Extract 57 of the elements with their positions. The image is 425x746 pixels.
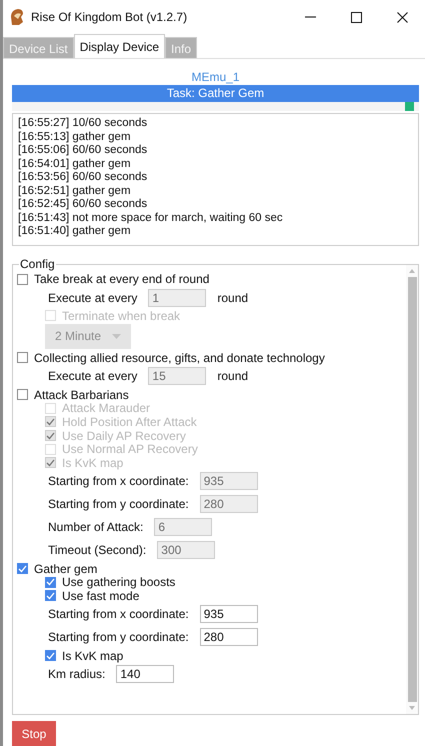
device-name: MEmu_1 bbox=[190, 70, 241, 84]
unit-label: round bbox=[217, 290, 248, 304]
task-bar: Task: Gather Gem bbox=[12, 85, 419, 102]
checkbox[interactable] bbox=[17, 389, 28, 400]
tab[interactable]: Display Device bbox=[74, 34, 166, 58]
scroll-up-icon[interactable] bbox=[409, 269, 415, 273]
checkbox-label: Hold Position After Attack bbox=[62, 414, 197, 429]
checkbox-label: Attack Marauder bbox=[62, 401, 150, 416]
checkbox[interactable] bbox=[17, 352, 28, 364]
log-line: [16:51:40] gather gem bbox=[18, 225, 132, 238]
field-label: Timeout (Second): bbox=[48, 543, 146, 558]
log-line: [16:52:51] gather gem bbox=[18, 184, 132, 198]
unit-label: round bbox=[217, 369, 248, 384]
window-title: Rise Of Kingdom Bot (v1.2.7) bbox=[31, 10, 188, 24]
checkbox-label: Use Daily AP Recovery bbox=[62, 428, 186, 443]
checkbox-label: Gather gem bbox=[34, 562, 98, 576]
status-indicator bbox=[405, 102, 414, 111]
app-icon bbox=[9, 8, 25, 26]
close-icon bbox=[396, 12, 408, 22]
caret-icon bbox=[112, 334, 121, 339]
field-label: Km radius: bbox=[48, 666, 106, 681]
checkbox[interactable] bbox=[17, 274, 28, 284]
log-line: [16:55:13] gather gem bbox=[18, 130, 132, 144]
checkbox-label: Attack Barbarians bbox=[34, 388, 129, 402]
field-label: Starting from y coordinate: bbox=[48, 497, 189, 512]
log-line: [16:51:43] not more space for march, waiting 60 sec bbox=[18, 212, 284, 225]
checkbox-label: Use Normal AP Recovery bbox=[62, 442, 198, 456]
log-line: [16:52:45] 60/60 seconds bbox=[18, 198, 148, 212]
input-field[interactable]: 280 bbox=[200, 628, 258, 646]
field-label: Number of Attack: bbox=[48, 520, 144, 534]
checkbox-label: Use gathering boosts bbox=[62, 575, 176, 590]
field-label: Starting from x coordinate: bbox=[48, 607, 189, 622]
minimize-icon bbox=[304, 16, 316, 18]
checkbox-label: Terminate when break bbox=[62, 308, 180, 323]
log-line: [16:53:56] 60/60 seconds bbox=[18, 171, 148, 184]
input-field[interactable]: 140 bbox=[116, 664, 174, 683]
checkbox[interactable] bbox=[45, 650, 56, 662]
checkbox[interactable] bbox=[45, 576, 56, 588]
checkbox-label: Take break at every end of round bbox=[34, 272, 210, 286]
maximize-icon bbox=[350, 12, 362, 22]
scroll-down-icon[interactable] bbox=[409, 706, 415, 710]
group-title: Config bbox=[19, 257, 56, 271]
checkbox-label: Is KvK map bbox=[62, 456, 124, 470]
field-label: Execute at every bbox=[48, 290, 138, 304]
checkbox[interactable] bbox=[17, 563, 28, 574]
log-line: [16:55:06] 60/60 seconds bbox=[18, 144, 148, 158]
checkbox[interactable] bbox=[45, 590, 56, 602]
checkbox-label: Collecting allied resource, gifts, and donate technology bbox=[34, 350, 325, 365]
checkbox-label: Use fast mode bbox=[62, 588, 140, 603]
log-line: [16:55:27] 10/60 seconds bbox=[18, 117, 148, 130]
stop-button[interactable]: Stop bbox=[12, 721, 56, 746]
field-label: Execute at every bbox=[48, 369, 138, 384]
log-line: [16:54:01] gather gem bbox=[18, 158, 132, 171]
field-label: Starting from y coordinate: bbox=[48, 630, 189, 644]
field-label: Starting from x coordinate: bbox=[48, 474, 189, 488]
checkbox-label: Is KvK map bbox=[62, 648, 124, 663]
input-field[interactable]: 935 bbox=[200, 605, 258, 624]
